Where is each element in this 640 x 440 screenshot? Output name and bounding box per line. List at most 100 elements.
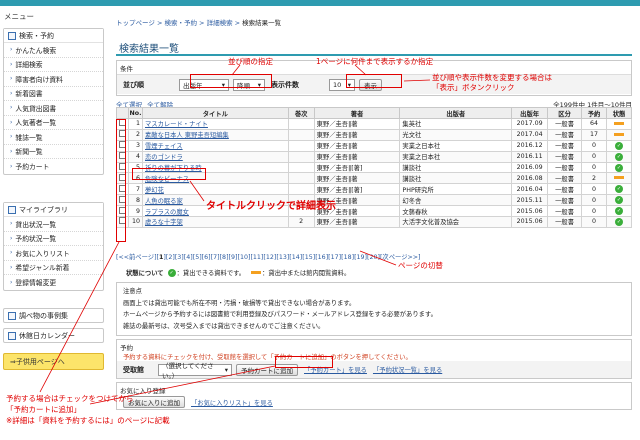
pager-page[interactable]: 15 — [305, 254, 313, 261]
sidebar-head-search[interactable]: 検索・予約 — [4, 29, 103, 43]
available-icon: ✓ — [614, 196, 623, 205]
pager-page[interactable]: 4 — [186, 254, 190, 261]
chevron-right-icon: › — [10, 104, 13, 112]
menu-heading: メニュー — [4, 12, 34, 21]
sidebar: メニュー 検索・予約 › かんたん検索 › 詳細検索 › 障害者向け資料 › 新着図書 … — [0, 6, 108, 440]
conditions-label: 条件 — [120, 65, 133, 73]
legend-label: 状態について — [126, 270, 164, 277]
on-loan-icon — [251, 271, 262, 274]
row-title-link[interactable]: 人魚の眠る家 — [145, 198, 183, 205]
sidebar-item-easy-search[interactable]: › かんたん検索 — [4, 43, 103, 58]
row-title-link[interactable]: 素敵な日本人 東野圭吾短編集 — [145, 132, 229, 139]
sidebar-item-popular-authors[interactable]: › 人気著者一覧 — [4, 116, 103, 130]
row-publisher: 集英社 — [399, 118, 513, 130]
page-title: 検索結果一覧 — [116, 40, 632, 56]
row-volume — [287, 183, 315, 196]
breadcrumb: トップページ > 検索・予約 > 詳細検索 > 検索結果一覧 — [116, 19, 282, 27]
chevron-right-icon: › — [10, 263, 13, 271]
row-no: 2 — [128, 128, 143, 141]
sidebar-item-advanced-search[interactable]: › 詳細検索 — [4, 58, 103, 72]
row-no: 4 — [128, 150, 143, 163]
annotation-box-add-cart — [275, 356, 333, 368]
sidebar-item-account-settings[interactable]: › 登録情報変更 — [4, 275, 103, 290]
view-favorites-link[interactable]: 「お気に入りリスト」を見る — [191, 398, 273, 407]
sidebar-item-calendar[interactable]: 休館日カレンダー — [3, 328, 104, 343]
sidebar-item-new-books[interactable]: › 新着図書 — [4, 87, 103, 101]
row-status: ✓ — [605, 161, 633, 174]
sidebar-item-reserve-cart[interactable]: › 予約カート — [4, 159, 103, 174]
pager-page[interactable]: 18 — [344, 254, 352, 261]
row-title-link[interactable]: 夢幻花 — [145, 187, 164, 194]
sidebar-item-genre-new[interactable]: › 希望ジャンル新着 — [4, 261, 103, 275]
row-title-link[interactable]: 雪煙チェイス — [145, 143, 183, 150]
row-title-link[interactable]: 恋のゴンドラ — [145, 154, 183, 161]
row-reserve-count: 0 — [581, 161, 607, 174]
pager-page[interactable]: 16 — [318, 254, 326, 261]
pager-page[interactable]: 10 — [240, 254, 248, 261]
table-row: 1 マスカレード・ナイト 東野／圭吾‖著 集英社 2017.09 一般書 64 — [116, 118, 633, 130]
row-publisher: 実業之日本社 — [399, 139, 513, 152]
chevron-right-icon: › — [10, 46, 13, 54]
row-title-link[interactable]: ラプラスの魔女 — [145, 209, 189, 216]
pager-page[interactable]: 11 — [253, 254, 261, 261]
sidebar-item-newspapers[interactable]: › 新聞一覧 — [4, 145, 103, 159]
available-icon: ✓ — [614, 141, 623, 150]
view-reserve-status-link[interactable]: 「予約状況一覧」を見る — [373, 365, 442, 374]
sidebar-group-mylibrary: マイライブラリ › 貸出状況一覧 › 予約状況一覧 › お気に入りリスト › 希望ジャン… — [3, 202, 104, 291]
row-publisher: 大活字文化普及協会 — [399, 216, 513, 228]
sidebar-item-reference-cases[interactable]: 調べ物の事例集 — [3, 308, 104, 323]
pager-page[interactable]: 19 — [357, 254, 365, 261]
row-volume — [287, 172, 315, 185]
child-page-button[interactable]: ⇒子供用ページへ — [3, 353, 104, 370]
pager-page[interactable]: 7 — [213, 254, 217, 261]
pager-page[interactable]: 2 — [168, 254, 172, 261]
pager-page[interactable]: 17 — [331, 254, 339, 261]
sidebar-item-favorites[interactable]: › お気に入りリスト — [4, 246, 103, 261]
sidebar-item-magazines[interactable]: › 雑誌一覧 — [4, 130, 103, 145]
row-publisher: 文藝春秋 — [399, 205, 513, 218]
available-icon: ✓ — [614, 207, 623, 216]
annotation-box-title — [132, 168, 206, 180]
row-category: 一般書 — [547, 183, 583, 196]
row-no: 10 — [128, 216, 143, 228]
pager-page[interactable]: 20 — [369, 254, 377, 261]
row-title-link[interactable]: マスカレード・ナイト — [145, 121, 208, 128]
breadcrumb-search[interactable]: 検索・予約 — [164, 19, 197, 27]
row-volume — [287, 128, 315, 141]
row-author: 東野／圭吾‖著 — [313, 172, 401, 185]
pager-page[interactable]: 14 — [292, 254, 300, 261]
annotation-box-sort — [190, 74, 272, 88]
sidebar-item-reserve-status[interactable]: › 予約状況一覧 — [4, 232, 103, 246]
available-icon: ✓ — [167, 268, 176, 277]
annotation-reserve-1: 予約する場合はチェックをつけてから — [6, 394, 134, 403]
pickup-select[interactable]: （選択してください。） ▾ — [158, 362, 232, 380]
pager-page[interactable]: 5 — [195, 254, 199, 261]
sidebar-item-accessible-materials[interactable]: › 障害者向け資料 — [4, 72, 103, 87]
sidebar-item-popular-loans[interactable]: › 人気貸出図書 — [4, 101, 103, 116]
available-icon: ✓ — [614, 152, 623, 161]
col-title: タイトル — [141, 107, 289, 119]
row-category: 一般書 — [547, 118, 583, 130]
pager-page[interactable]: 9 — [231, 254, 235, 261]
row-title-link[interactable]: 虚ろな十字架 — [145, 219, 183, 226]
available-icon: ✓ — [614, 163, 623, 172]
row-year: 2017.09 — [511, 118, 549, 130]
sidebar-head-mylibrary[interactable]: マイライブラリ — [4, 203, 103, 217]
col-category: 区分 — [547, 107, 583, 119]
reserve-box: 予約 予約する資料にチェックを付け、受取館を選択して「予約カートに追加」のボタン… — [116, 339, 632, 380]
row-publisher: 講談社 — [399, 161, 513, 174]
notes-box: 注意点 画面上では貸出可能でも所在不明・汚損・破損等で貸出できない場合があります… — [116, 282, 632, 336]
pager-page[interactable]: 3 — [177, 254, 181, 261]
pager-page[interactable]: 6 — [204, 254, 208, 261]
pager-page[interactable]: 12 — [266, 254, 274, 261]
pager-page[interactable]: 13 — [279, 254, 287, 261]
annotation-reserve-3: ※詳細は「資料を予約するには」のページに記載 — [6, 416, 170, 425]
pager-page[interactable]: 8 — [222, 254, 226, 261]
row-publisher: PHP研究所 — [399, 183, 513, 196]
sidebar-item-loan-status[interactable]: › 貸出状況一覧 — [4, 217, 103, 232]
row-year: 2016.08 — [511, 172, 549, 185]
pager-prev[interactable]: [<<前ページ] — [116, 254, 157, 261]
row-reserve-count: 64 — [581, 118, 607, 130]
breadcrumb-top[interactable]: トップページ — [116, 19, 155, 27]
breadcrumb-advanced[interactable]: 詳細検索 — [207, 19, 233, 27]
